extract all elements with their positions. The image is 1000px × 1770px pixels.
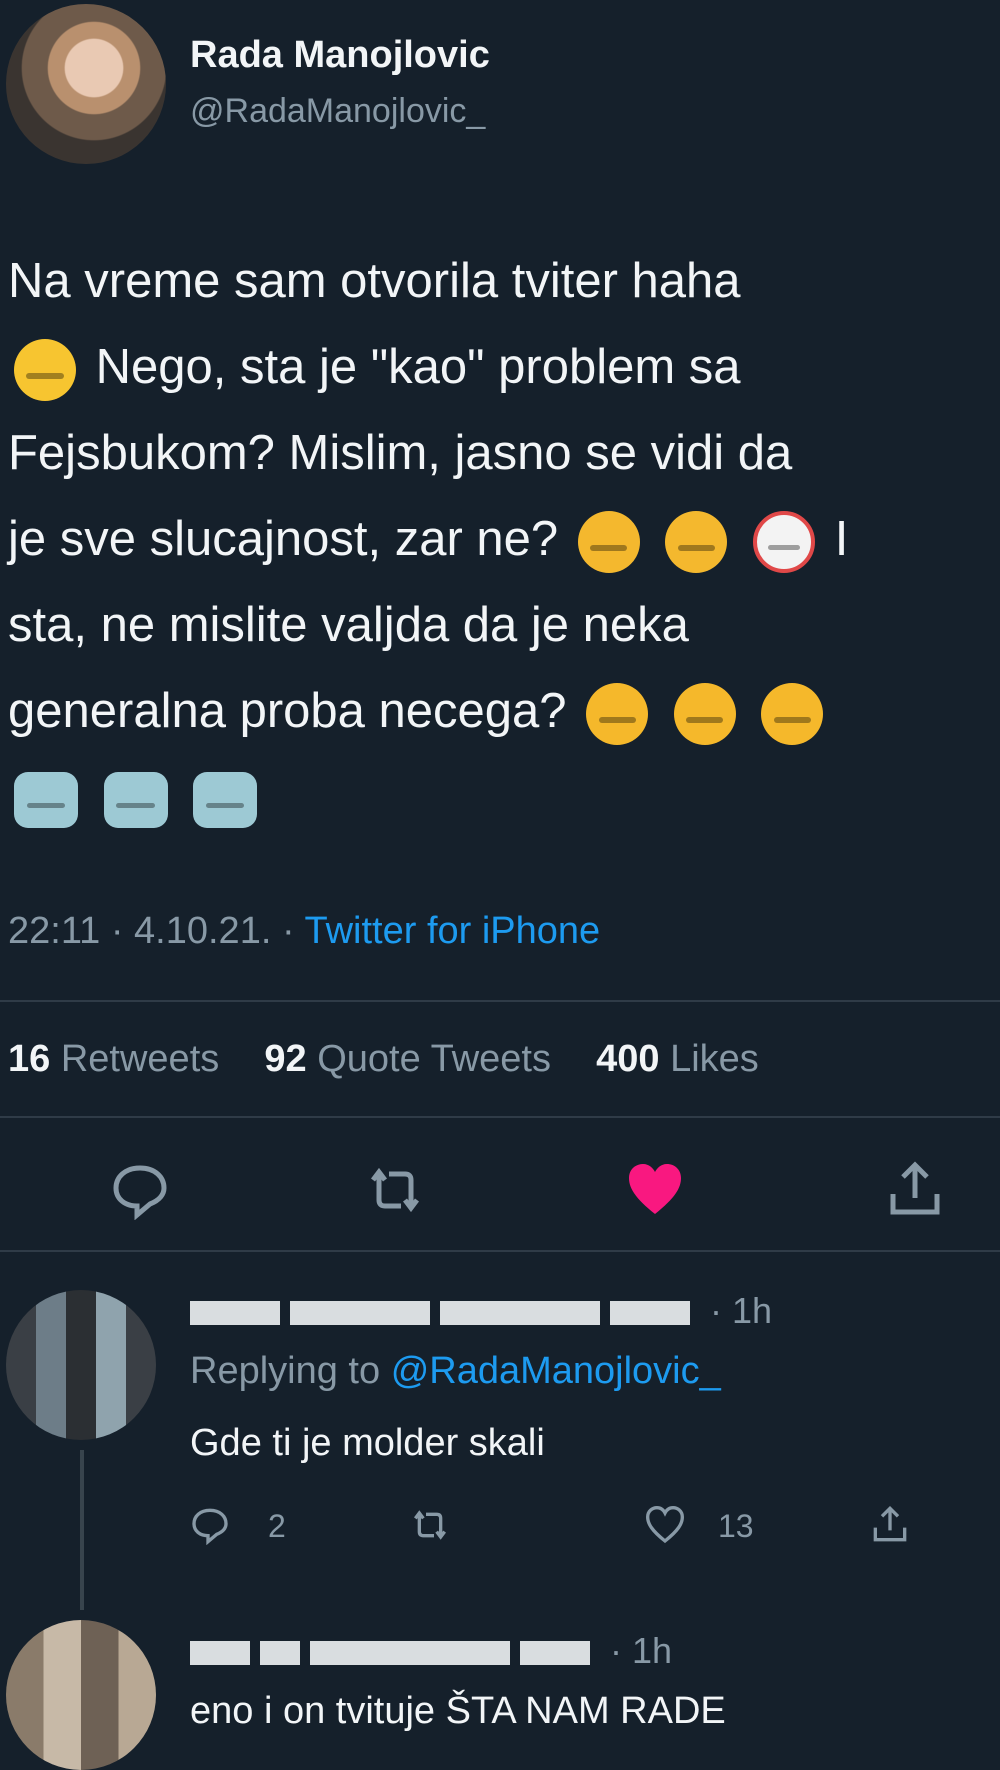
upside-down-emoji-icon: [673, 683, 736, 746]
divider: [0, 1000, 1000, 1002]
upside-down-emoji-icon: [586, 683, 649, 746]
retweet-icon[interactable]: [410, 1505, 450, 1545]
author-avatar[interactable]: [6, 4, 166, 164]
tweet-line: je sve slucajnost, zar ne? I: [8, 496, 998, 582]
censored-name: [260, 1641, 300, 1666]
share-icon[interactable]: [870, 1505, 910, 1545]
reply-icon[interactable]: [190, 1505, 230, 1545]
likes-stat[interactable]: 400 Likes: [596, 1038, 759, 1080]
censored-name: [190, 1301, 280, 1326]
replying-prefix: Replying to: [190, 1350, 381, 1392]
reply-avatar[interactable]: [6, 1290, 156, 1440]
tweet-line-text: generalna proba necega?: [8, 684, 567, 738]
replying-to: Replying to @RadaManojlovic_: [190, 1350, 721, 1393]
reply-icon[interactable]: [110, 1160, 170, 1220]
censored-handle: [310, 1641, 510, 1666]
robot-emoji-icon: [14, 772, 78, 829]
retweets-stat[interactable]: 16 Retweets: [8, 1038, 219, 1080]
grimacing-emoji-icon: [14, 339, 76, 402]
divider: [0, 1250, 1000, 1252]
tweet-stats: 16 Retweets 92 Quote Tweets 400 Likes: [8, 1038, 759, 1081]
like-icon[interactable]: [645, 1505, 685, 1545]
divider: [0, 1116, 1000, 1118]
censored-handle: [610, 1301, 690, 1326]
tweet-meta: 22:11 · 4.10.21. · Twitter for iPhone: [8, 910, 600, 953]
replying-handle[interactable]: @RadaManojlovic_: [391, 1350, 721, 1392]
rofl-emoji-icon: [577, 511, 640, 574]
thread-line: [80, 1450, 84, 1610]
retweet-icon[interactable]: [365, 1160, 425, 1220]
robot-emoji-icon: [103, 772, 168, 829]
reply-count: 2: [268, 1508, 286, 1544]
tweet-text: Na vreme sam otvorila tviter haha Nego, …: [8, 238, 998, 840]
like-icon-filled[interactable]: [625, 1160, 685, 1220]
tweet-line-text: je sve slucajnost, zar ne?: [8, 512, 559, 566]
quotes-stat[interactable]: 92 Quote Tweets: [264, 1038, 551, 1080]
reply-time[interactable]: · 1h: [710, 1290, 772, 1331]
reply-header: · 1h: [190, 1630, 672, 1672]
reply-header: · 1h: [190, 1290, 772, 1332]
tweet-line-text: I: [834, 512, 849, 566]
reply-text: eno i on tvituje ŠTA NAM RADE: [190, 1690, 726, 1732]
tweet-line: generalna proba necega?: [8, 668, 998, 754]
upside-down-emoji-icon: [761, 683, 824, 746]
author-handle[interactable]: @RadaManojlovic_: [190, 92, 485, 131]
tweet-line-text: Nego, sta je "kao" problem sa: [95, 340, 741, 394]
tweet-source[interactable]: Twitter for iPhone: [304, 910, 600, 952]
author-name[interactable]: Rada Manojlovic: [190, 34, 490, 77]
censored-name: [290, 1301, 430, 1326]
tweet-line: Nego, sta je "kao" problem sa: [8, 324, 998, 410]
woozy-emoji-icon: [665, 511, 728, 574]
clown-emoji-icon: [753, 511, 816, 574]
reply-avatar[interactable]: [6, 1620, 156, 1770]
reply-text: Gde ti je molder skali: [190, 1422, 545, 1464]
censored-name: [190, 1641, 250, 1666]
tweet-line: [8, 754, 998, 840]
reply-time[interactable]: · 1h: [610, 1630, 672, 1671]
tweet-line: Na vreme sam otvorila tviter haha: [8, 254, 741, 308]
tweet-line: sta, ne mislite valjda da je neka: [8, 598, 689, 652]
tweet-time[interactable]: 22:11 · 4.10.21. ·: [8, 910, 295, 952]
censored-name: [440, 1301, 600, 1326]
robot-emoji-icon: [193, 772, 258, 829]
share-icon[interactable]: [885, 1160, 945, 1220]
censored-handle: [520, 1641, 590, 1666]
like-count: 13: [718, 1508, 754, 1544]
tweet-line: Fejsbukom? Mislim, jasno se vidi da: [8, 426, 793, 480]
